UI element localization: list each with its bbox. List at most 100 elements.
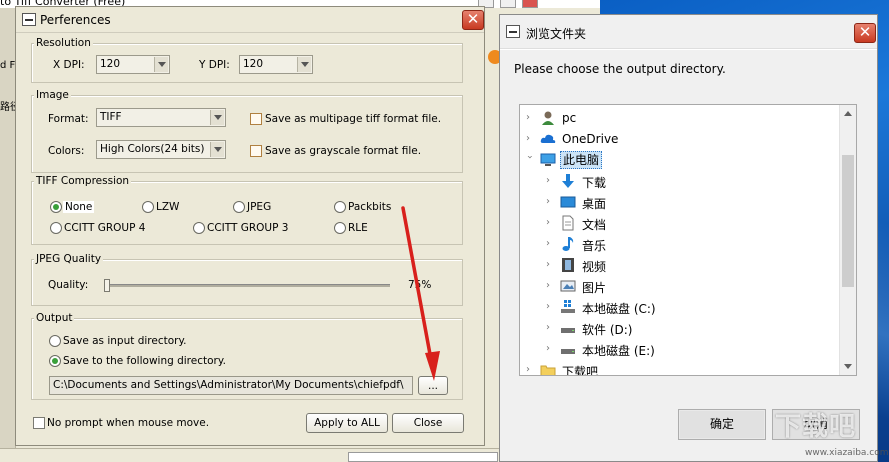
- output-legend: Output: [34, 312, 75, 324]
- radio-packbits[interactable]: [334, 201, 346, 213]
- chevron-right-icon[interactable]: ›: [546, 343, 556, 355]
- chevron-right-icon[interactable]: ›: [546, 196, 556, 208]
- radio-save-following-dir-label: Save to the following directory.: [63, 355, 226, 367]
- radio-save-following-dir[interactable]: [49, 355, 61, 367]
- scrollbar-thumb[interactable]: [842, 155, 854, 287]
- browse-folder-titlebar: 浏览文件夹 ✕: [500, 15, 877, 49]
- browse-folder-title: 浏览文件夹: [526, 27, 587, 41]
- colors-select[interactable]: High Colors(24 bits): [96, 140, 226, 159]
- tree-item-pc[interactable]: › pc: [520, 108, 840, 129]
- radio-jpeg[interactable]: [233, 201, 245, 213]
- grayscale-checkbox[interactable]: [250, 145, 262, 157]
- multipage-checkbox[interactable]: [250, 113, 262, 125]
- tree-item-label: 视频: [582, 260, 607, 274]
- chevron-right-icon[interactable]: ›: [546, 238, 556, 250]
- quality-slider-thumb[interactable]: [104, 279, 110, 292]
- tree-item-videos[interactable]: › 视频: [520, 255, 840, 276]
- tree-item-pictures[interactable]: › 图片: [520, 276, 840, 297]
- tree-item-label: 桌面: [582, 197, 607, 211]
- radio-ccitt-group-3[interactable]: [193, 222, 205, 234]
- no-prompt-label: No prompt when mouse move.: [47, 417, 210, 429]
- tree-item-downloads[interactable]: › 下载: [520, 171, 840, 192]
- x-dpi-select[interactable]: 120: [96, 55, 170, 74]
- watermark-url: www.xiazaiba.com: [805, 448, 889, 458]
- tree-item-desktop[interactable]: › 桌面: [520, 192, 840, 213]
- tree-item-music[interactable]: › 音乐: [520, 234, 840, 255]
- colors-label: Colors:: [48, 145, 85, 157]
- browse-instruction: Please choose the output directory.: [514, 62, 726, 76]
- music-note-icon: [562, 237, 574, 251]
- image-legend: Image: [34, 89, 71, 101]
- picture-icon: [560, 280, 576, 292]
- browse-folder-body: Please choose the output directory. › pc…: [500, 50, 877, 461]
- scroll-up-icon[interactable]: [844, 111, 852, 116]
- apply-to-all-button[interactable]: Apply to ALL: [306, 413, 388, 433]
- tree-item-onedrive[interactable]: › OneDrive: [520, 129, 840, 150]
- chevron-right-icon[interactable]: ›: [546, 259, 556, 271]
- quality-slider-track[interactable]: [104, 284, 390, 287]
- tree-item-this-pc[interactable]: › 此电脑: [520, 150, 840, 171]
- monitor-icon: [540, 153, 556, 166]
- close-button[interactable]: Close: [392, 413, 464, 433]
- background-close-icon[interactable]: [522, 0, 538, 8]
- cloud-icon: [540, 134, 556, 143]
- format-select[interactable]: TIFF: [96, 108, 226, 127]
- tree-item-label: 音乐: [582, 239, 607, 253]
- output-path-field[interactable]: C:\Documents and Settings\Administrator\…: [49, 376, 413, 395]
- tree-item-label: 此电脑: [560, 151, 603, 169]
- colors-value: High Colors(24 bits): [100, 143, 205, 155]
- chevron-right-icon[interactable]: ›: [526, 112, 536, 124]
- tree-item-documents[interactable]: › 文档: [520, 213, 840, 234]
- tree-item-label: 软件 (D:): [582, 323, 633, 337]
- quality-label: Quality:: [48, 279, 89, 291]
- windows-drive-icon: [561, 300, 575, 313]
- chevron-down-icon[interactable]: [210, 142, 224, 157]
- browse-close-icon[interactable]: ✕: [854, 23, 876, 43]
- tree-item-label: 下载: [582, 176, 607, 190]
- folder-icon: [540, 365, 556, 375]
- radio-rle[interactable]: [334, 222, 346, 234]
- chevron-down-icon[interactable]: [154, 57, 168, 72]
- chevron-right-icon[interactable]: ›: [546, 175, 556, 187]
- no-prompt-checkbox[interactable]: [33, 417, 45, 429]
- tree-scrollbar[interactable]: [839, 105, 856, 375]
- window-menu-icon[interactable]: [506, 25, 520, 38]
- chevron-right-icon[interactable]: ›: [546, 280, 556, 292]
- chevron-right-icon[interactable]: ›: [526, 133, 536, 145]
- tree-item-drive-d[interactable]: › 软件 (D:): [520, 318, 840, 339]
- folder-tree[interactable]: › pc › OneDrive › 此电脑 › 下载 › 桌面 › 文档 › 音…: [519, 104, 857, 376]
- tree-item-label: OneDrive: [562, 132, 619, 146]
- tree-item-drive-c[interactable]: › 本地磁盘 (C:): [520, 297, 840, 318]
- tree-item-label: 本地磁盘 (E:): [582, 344, 655, 358]
- y-dpi-label: Y DPI:: [199, 59, 230, 71]
- ok-button[interactable]: 确定: [678, 409, 766, 440]
- watermark-logo: 下载吧: [775, 412, 857, 442]
- tree-item-label: 图片: [582, 281, 607, 295]
- tree-item-xiazaiba[interactable]: › 下载吧: [520, 360, 840, 375]
- chevron-right-icon[interactable]: ›: [546, 322, 556, 334]
- radio-save-input-dir-label: Save as input directory.: [63, 335, 187, 347]
- drive-icon: [561, 328, 575, 333]
- person-icon: [542, 111, 554, 125]
- chevron-down-icon[interactable]: [210, 110, 224, 125]
- chevron-right-icon[interactable]: ›: [546, 301, 556, 313]
- radio-none[interactable]: [50, 201, 62, 213]
- preferences-close-icon[interactable]: ✕: [462, 10, 484, 30]
- multipage-label: Save as multipage tiff format file.: [265, 113, 442, 125]
- image-group: Image Format: TIFF Save as multipage tif…: [31, 89, 463, 173]
- window-menu-icon[interactable]: [22, 13, 36, 26]
- preferences-titlebar: Perferences ✕: [16, 7, 484, 33]
- tree-item-drive-e[interactable]: › 本地磁盘 (E:): [520, 339, 840, 360]
- scroll-down-icon[interactable]: [844, 364, 852, 369]
- y-dpi-select[interactable]: 120: [239, 55, 313, 74]
- chevron-right-icon[interactable]: ›: [546, 217, 556, 229]
- chevron-down-icon[interactable]: [297, 57, 311, 72]
- browse-folder-dialog: 浏览文件夹 ✕ Please choose the output directo…: [499, 14, 878, 462]
- radio-ccitt-group-4[interactable]: [50, 222, 62, 234]
- chevron-down-icon[interactable]: ›: [523, 155, 535, 165]
- download-arrow-icon: [562, 174, 574, 188]
- chevron-right-icon[interactable]: ›: [526, 364, 536, 375]
- radio-lzw[interactable]: [142, 201, 154, 213]
- radio-save-input-dir[interactable]: [49, 335, 61, 347]
- maximize-icon[interactable]: [500, 0, 516, 8]
